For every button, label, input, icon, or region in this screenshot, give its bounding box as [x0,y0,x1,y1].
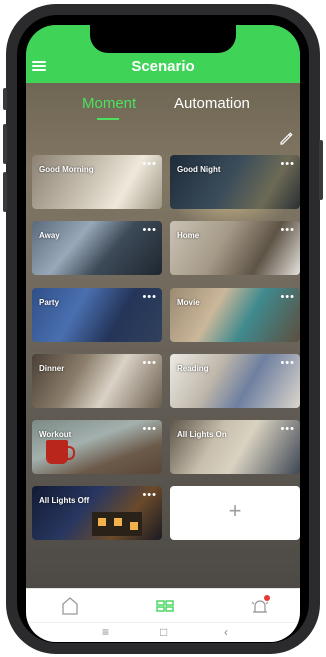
volume-up-button [3,124,7,164]
app-screen: Scenario Moment Automation Good Morning … [26,25,300,642]
coffee-mug-image [46,440,75,464]
system-home-button[interactable]: □ [160,625,167,639]
more-options-icon[interactable]: ••• [142,158,157,170]
more-options-icon[interactable]: ••• [142,357,157,369]
house-image [92,512,142,536]
scene-label: All Lights Off [39,496,90,505]
phone-device: Scenario Moment Automation Good Morning … [0,0,326,657]
more-options-icon[interactable]: ••• [142,291,157,303]
recent-apps-button[interactable]: ≡ [102,625,109,639]
notch [90,25,236,53]
home-icon[interactable] [58,594,82,618]
scenario-tabs: Moment Automation [26,95,300,125]
scene-label: Good Morning [39,165,94,174]
power-button [319,140,323,200]
scene-card-all-lights-on[interactable]: All Lights On ••• [170,420,300,474]
scenes-grid-icon[interactable] [153,594,177,618]
plus-icon: + [228,498,242,523]
scene-label: Reading [177,364,209,373]
scene-label: Away [39,231,60,240]
system-back-button[interactable]: ‹ [224,625,228,639]
scene-card-good-night[interactable]: Good Night ••• [170,155,300,209]
active-tab-indicator [97,118,119,120]
scene-card-all-lights-off[interactable]: All Lights Off ••• [32,486,162,540]
scene-label: Workout [39,430,72,439]
scene-card-good-morning[interactable]: Good Morning ••• [32,155,162,209]
scene-card-dinner[interactable]: Dinner ••• [32,354,162,408]
scene-card-party[interactable]: Party ••• [32,288,162,342]
scene-label: Home [177,231,200,240]
scene-label: Dinner [39,364,65,373]
more-options-icon[interactable]: ••• [142,489,157,501]
tab-moment[interactable]: Moment [82,95,136,112]
more-options-icon[interactable]: ••• [280,224,295,236]
scene-label: Party [39,298,60,307]
more-options-icon[interactable]: ••• [142,423,157,435]
tab-automation[interactable]: Automation [174,95,250,112]
more-options-icon[interactable]: ••• [280,357,295,369]
more-options-icon[interactable]: ••• [280,158,295,170]
bottom-navigation [26,588,300,623]
alarm-bell-icon[interactable] [248,594,272,618]
scene-label: Movie [177,298,200,307]
scene-card-workout[interactable]: Workout ••• [32,420,162,474]
scene-card-reading[interactable]: Reading ••• [170,354,300,408]
page-title: Scenario [131,58,195,75]
scene-card-movie[interactable]: Movie ••• [170,288,300,342]
add-scene-button[interactable]: + [170,486,300,540]
scene-card-home[interactable]: Home ••• [170,221,300,275]
more-options-icon[interactable]: ••• [280,291,295,303]
more-options-icon[interactable]: ••• [142,224,157,236]
more-options-icon[interactable]: ••• [280,423,295,435]
volume-down-button [3,172,7,212]
mute-switch [3,88,7,110]
system-navigation-bar: ≡ □ ‹ [26,622,300,642]
pencil-edit-icon[interactable] [278,130,294,146]
scene-label: All Lights On [177,430,227,439]
scene-card-away[interactable]: Away ••• [32,221,162,275]
scene-label: Good Night [177,165,221,174]
